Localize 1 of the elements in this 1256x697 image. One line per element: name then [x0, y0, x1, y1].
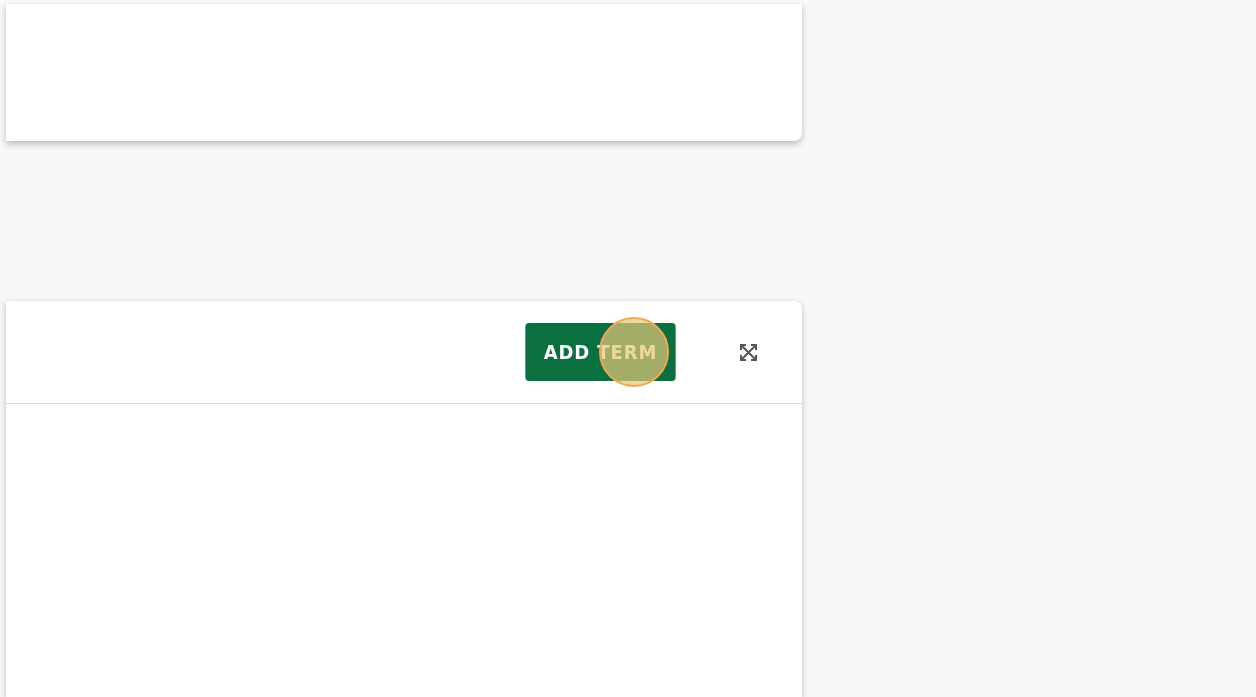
expand-icon[interactable] [740, 343, 757, 361]
